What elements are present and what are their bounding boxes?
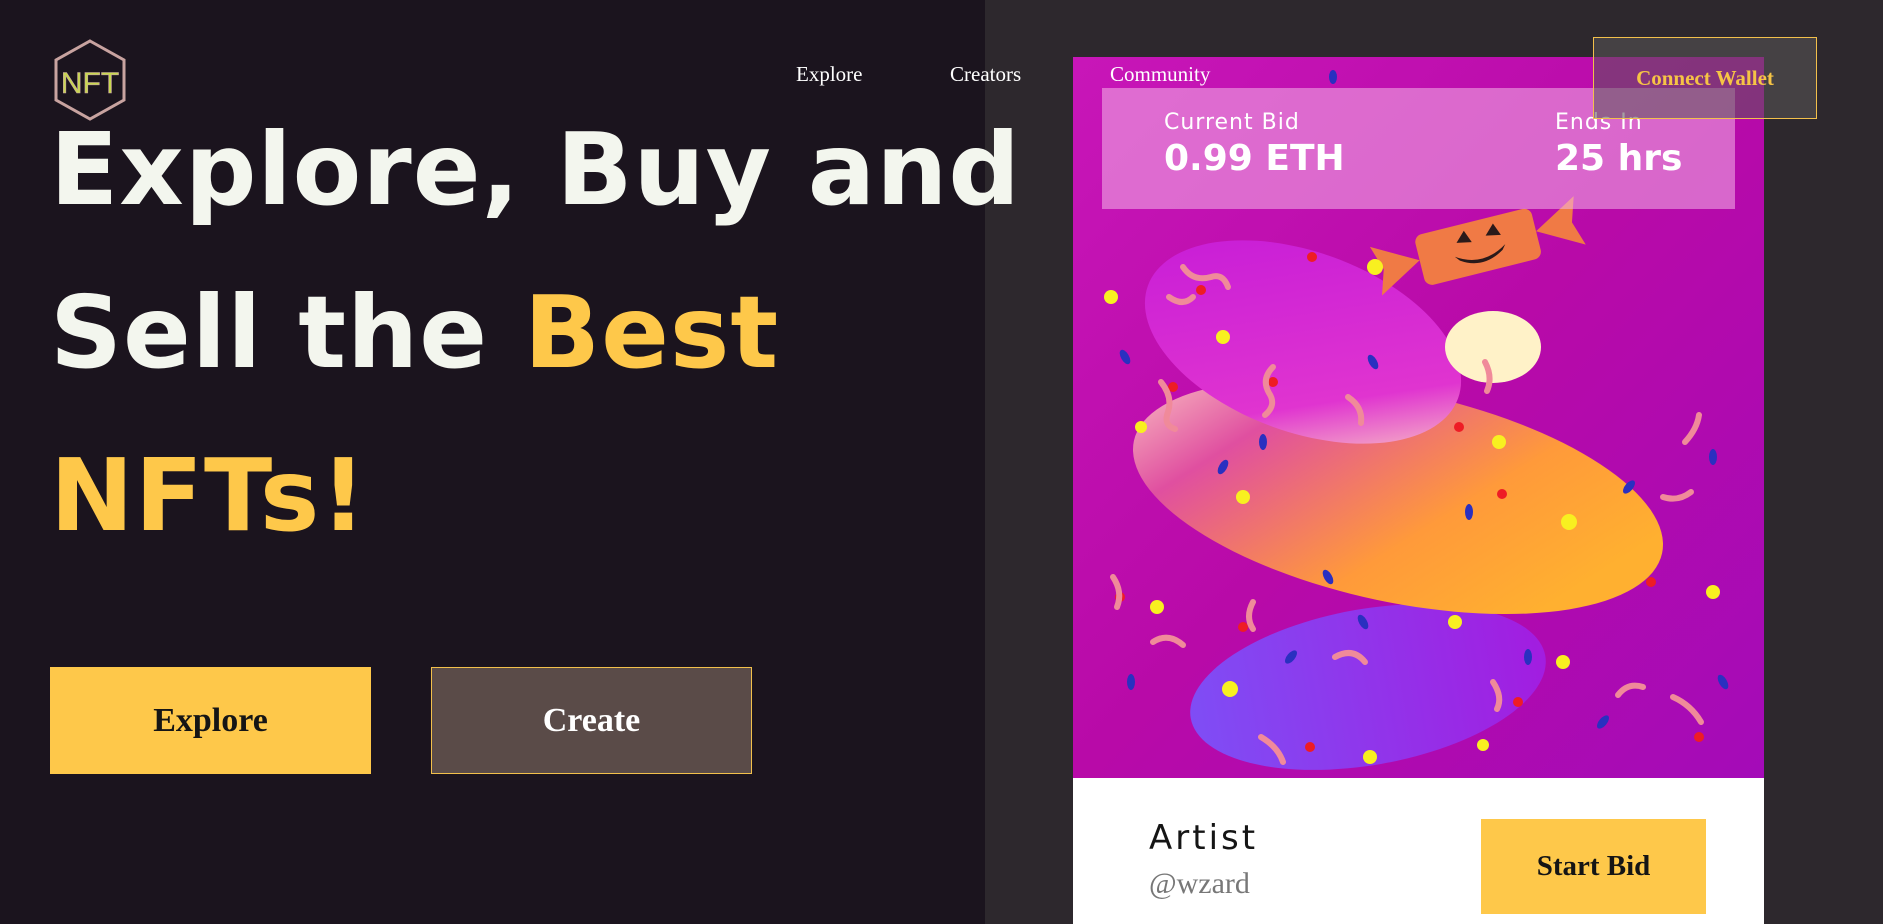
explore-button[interactable]: Explore [50,667,371,774]
hero-heading: Explore, Buy and Sell the Best NFTs! [50,88,1021,577]
hero-line-3: NFTs! [50,437,368,554]
connect-wallet-button[interactable]: Connect Wallet [1593,37,1817,119]
hero-line-1: Explore, Buy and [50,111,1021,228]
nav-community[interactable]: Community [1110,62,1210,87]
create-button[interactable]: Create [431,667,752,774]
card-footer: Artist @wzard Start Bid [1073,778,1764,924]
current-bid-label: Current Bid [1164,110,1300,135]
artist-label: Artist [1149,818,1259,858]
hero-line-2: Sell the [50,274,524,391]
current-bid-value: 0.99 ETH [1164,138,1345,179]
nav-creators[interactable]: Creators [950,62,1021,87]
artist-handle[interactable]: @wzard [1149,867,1250,901]
start-bid-button[interactable]: Start Bid [1481,819,1706,914]
hero-line-2-accent: Best [523,274,780,391]
nft-card: Current Bid 0.99 ETH Ends In 25 hrs Arti… [1073,57,1764,924]
ends-in-value: 25 hrs [1555,138,1683,179]
nav-explore[interactable]: Explore [796,62,862,87]
